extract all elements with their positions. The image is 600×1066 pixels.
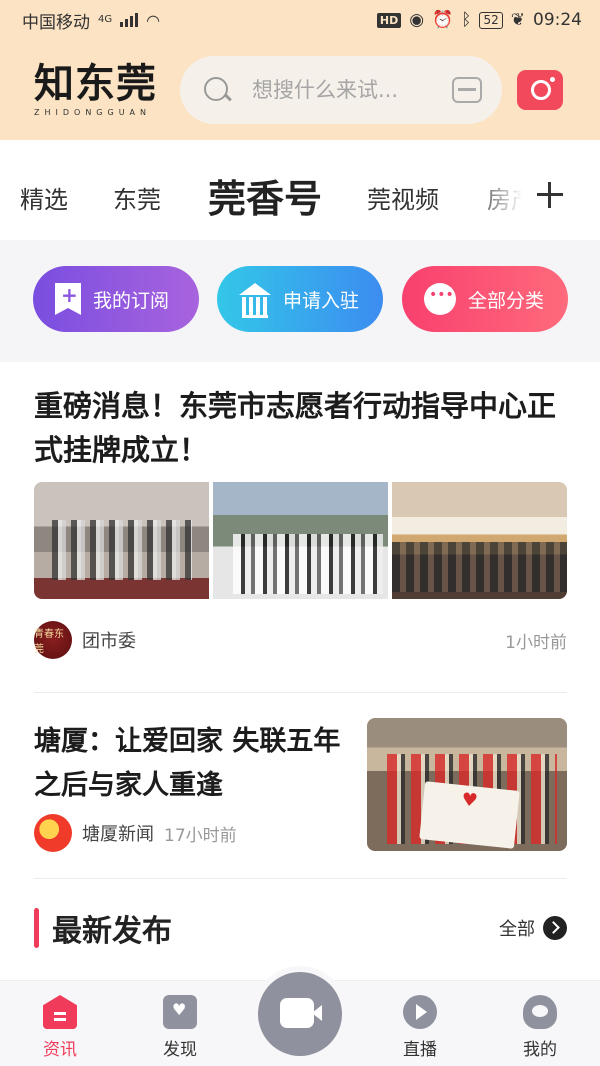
tab-guanxianghao[interactable]: 莞香号 [208,168,322,223]
tab-featured[interactable]: 精选 [20,180,68,215]
tab-fade-overlay [470,170,540,220]
nav-discover-label: 发现 [163,1040,197,1060]
latest-section-header: 最新发布 全部 [34,906,567,950]
network-type: 4G [98,13,113,25]
logo-text: 知东莞 [34,61,157,107]
feed: 重磅消息！东莞市志愿者行动指导中心正式挂牌成立！ 青春东莞 团市委 1小时前 塘… [0,362,600,980]
article-title[interactable]: 重磅消息！东莞市志愿者行动指导中心正式挂牌成立！ [34,384,564,472]
section-accent-bar [34,908,39,948]
article-meta: 青春东莞 团市委 1小时前 [34,620,567,660]
eye-icon: ◉ [409,10,425,30]
apply-join-label: 申请入驻 [283,289,360,312]
nav-live-label: 直播 [403,1040,437,1060]
article-photo [392,482,567,599]
tab-video[interactable]: 莞视频 [367,180,439,215]
app-logo: 知东莞 ZHIDONGGUAN [34,62,164,117]
my-subscriptions-label: 我的订阅 [93,289,170,312]
more-dots-icon [424,283,456,315]
search-input[interactable] [252,78,432,102]
article-thumbnail[interactable] [367,718,567,851]
hd-badge: HD [376,12,402,28]
divider [34,692,567,693]
publish-time: 1小时前 [505,632,567,653]
bluetooth-icon: ᛒ [461,10,472,30]
apply-join-button[interactable]: 申请入驻 [217,266,383,332]
scan-icon[interactable] [452,77,482,103]
view-all-label: 全部 [499,919,535,940]
channel-tabs: 精选 东莞 莞香号 莞视频 房产 [0,140,600,240]
leaf-icon: ❦ [510,10,525,30]
article-photo-strip[interactable] [34,482,567,599]
my-subscriptions-button[interactable]: 我的订阅 [33,266,199,332]
source-name[interactable]: 塘厦新闻 [82,820,154,846]
all-categories-button[interactable]: 全部分类 [402,266,568,332]
tab-dongguan[interactable]: 东莞 [113,180,161,215]
add-channel-icon[interactable] [537,182,563,208]
view-all-link[interactable]: 全部 [499,915,567,941]
carrier-name: 中国移动 [22,12,90,33]
search-icon [202,75,232,105]
nav-live[interactable]: 直播 [380,995,460,1060]
clock-time: 09:24 [533,10,582,30]
article-photo [213,482,388,599]
all-categories-label: 全部分类 [468,289,545,312]
discover-icon [163,995,197,1029]
publish-time: 17小时前 [164,825,237,846]
nav-mine-label: 我的 [523,1040,557,1060]
nav-discover[interactable]: 发现 [140,995,220,1060]
profile-icon [523,995,557,1029]
app-header: 知东莞 ZHIDONGGUAN [0,40,600,140]
logo-subtext: ZHIDONGGUAN [34,108,152,117]
live-play-icon [403,995,437,1029]
nav-news-label: 资讯 [43,1040,77,1060]
quick-actions: 我的订阅 申请入驻 全部分类 [0,240,600,362]
source-name[interactable]: 团市委 [82,627,136,653]
chevron-right-icon [543,916,567,940]
building-icon [239,283,271,318]
battery-indicator: 52 [479,11,503,29]
search-bar[interactable] [180,56,502,124]
source-avatar[interactable] [34,814,72,852]
divider [34,878,567,879]
article-title[interactable]: 塘厦：让爱回家 失联五年之后与家人重逢 [34,720,354,808]
article-meta: 塘厦新闻 17小时前 [34,814,237,852]
alarm-icon: ⏰ [432,10,454,30]
camera-button[interactable] [517,70,563,110]
section-title: 最新发布 [52,914,172,949]
nav-mine[interactable]: 我的 [500,995,580,1060]
wifi-icon: ◠ [146,10,161,30]
nav-news[interactable]: 资讯 [20,995,100,1060]
signal-icon [120,13,139,27]
article-photo [34,482,209,599]
status-bar: 中国移动 4G ◠ HD ◉ ⏰ ᛒ 52 ❦ 09:24 [0,0,600,40]
source-avatar[interactable]: 青春东莞 [34,621,72,659]
news-icon [43,995,77,1029]
video-capture-button[interactable] [258,972,342,1056]
bookmark-plus-icon [55,283,81,315]
